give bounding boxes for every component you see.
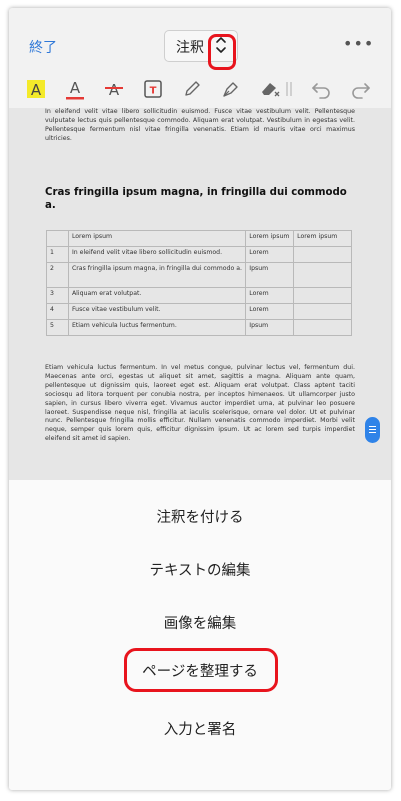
table-cell: Lorem [245,303,295,320]
table-cell [293,319,352,336]
table-cell: 2 [46,262,69,288]
table-cell: Lorem ipsum [245,230,295,247]
done-button[interactable]: 終了 [29,37,57,57]
strikethrough-icon[interactable]: A [101,76,127,102]
app-window: 終了 注釈 ••• A A A T In eleifend velit vita… [9,8,391,790]
table-cell: 4 [46,303,69,320]
eraser-icon[interactable] [257,76,283,102]
table-cell: Ipsum [245,319,295,336]
table-row: 4 Fusce vitae vestibulum velit. Lorem [46,303,352,320]
table-cell: Fusce vitae vestibulum velit. [67,303,247,320]
doc-table: Lorem ipsum Lorem ipsum Lorem ipsum 1 In… [46,230,352,336]
annotation-toolbar: A A A T [9,72,391,108]
doc-heading: Cras fringilla ipsum magna, in fringilla… [45,187,347,211]
document-page[interactable]: In eleifend velit vitae libero sollicitu… [9,108,391,480]
toolbar-divider [285,76,293,102]
highlight-icon[interactable]: A [23,76,49,102]
organize-pages-highlight-ring [124,648,278,692]
scroll-handle[interactable] [365,417,380,443]
table-cell: In eleifend velit vitae libero sollicitu… [67,246,247,263]
table-cell [293,287,352,304]
table-row: 1 In eleifend velit vitae libero sollici… [46,246,352,263]
text-box-glyph: T [150,86,157,97]
table-cell [293,246,352,263]
table-row: 2 Cras fringilla ipsum magna, in fringil… [46,262,352,288]
table-row: 3 Aliquam erat volutpat. Lorem [46,287,352,304]
table-cell [293,262,352,288]
table-cell: Lorem ipsum [67,230,247,247]
highlight-glyph: A [31,81,42,99]
table-cell: 1 [46,246,69,263]
table-cell: Aliquam erat volutpat. [67,287,247,304]
table-cell [46,230,69,247]
table-cell: Lorem [245,287,295,304]
redo-icon[interactable] [348,76,374,102]
table-cell: Cras fringilla ipsum magna, in fringilla… [67,262,247,288]
menu-item-fill-sign[interactable]: 入力と署名 [9,708,391,748]
table-row: 5 Etiam vehicula luctus fermentum. Ipsum [46,319,352,336]
more-menu-icon[interactable]: ••• [343,34,374,53]
top-bar: 終了 注釈 ••• [9,8,391,70]
doc-intro-paragraph: In eleifend velit vitae libero sollicitu… [45,108,355,142]
mode-value: 注釈 [176,40,204,56]
menu-item-edit-text[interactable]: テキストの編集 [9,549,391,589]
text-color-glyph: A [70,79,81,97]
table-header-row: Lorem ipsum Lorem ipsum Lorem ipsum [46,230,352,247]
doc-body-paragraph: Etiam vehicula luctus fermentum. In vel … [45,364,355,443]
pen-icon[interactable] [218,76,244,102]
annotation-highlight-ring [208,34,236,70]
text-box-icon[interactable]: T [140,76,166,102]
mode-menu: 注釈を付ける テキストの編集 画像を編集 ページを整理する 入力と署名 [9,480,391,790]
table-cell: Ipsum [245,262,295,288]
undo-icon[interactable] [308,76,334,102]
table-cell: Lorem [245,246,295,263]
pencil-icon[interactable] [179,76,205,102]
table-cell: 3 [46,287,69,304]
strikethrough-glyph: A [109,81,120,99]
table-cell [293,303,352,320]
table-cell: Lorem ipsum [293,230,352,247]
table-cell: Etiam vehicula luctus fermentum. [67,319,247,336]
table-cell: 5 [46,319,69,336]
menu-item-annotate[interactable]: 注釈を付ける [9,496,391,536]
text-color-icon[interactable]: A [62,76,88,102]
menu-item-edit-image[interactable]: 画像を編集 [9,602,391,642]
